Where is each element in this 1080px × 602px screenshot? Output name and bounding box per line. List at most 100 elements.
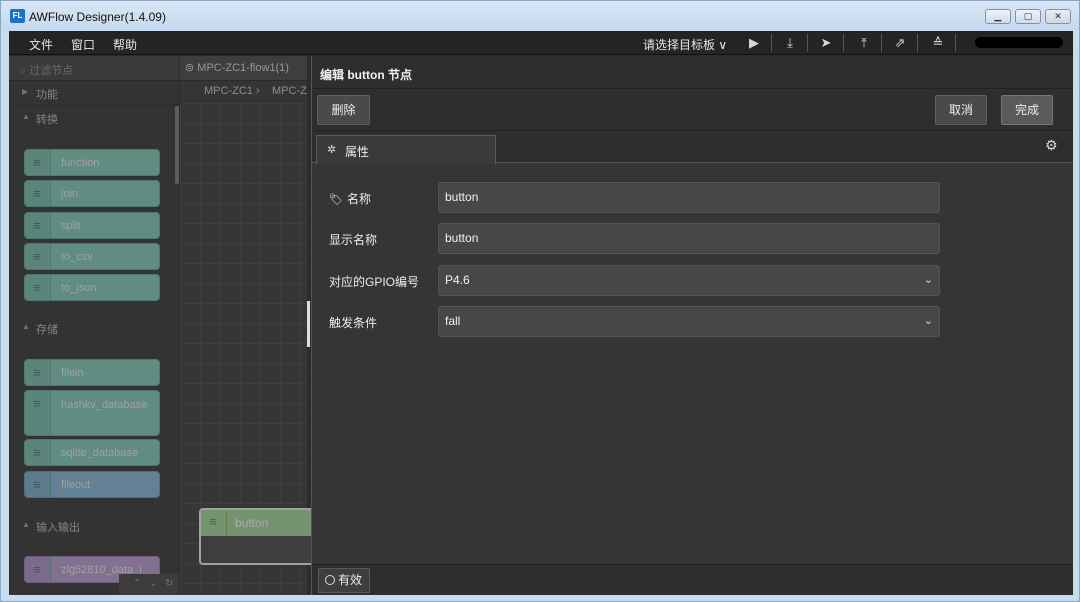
tray-toolbar: 删除 取消 完成 [312,89,1073,131]
chevron-down-icon: ▲ [22,520,30,529]
palette-node-hashkv-database[interactable]: hashkv_database [24,390,160,436]
menu-file[interactable]: 文件 [29,36,53,53]
palette-category-storage[interactable]: ▲ 存储 [9,316,179,340]
node-grip-icon [201,510,227,536]
toolbar-divider [807,34,808,52]
breadcrumb-item[interactable]: MPC-ZC [272,85,307,97]
node-palette: ⌕ 过滤节点 ▶ 功能 ▲ 转换 function join split to_… [9,56,179,595]
app-logo-icon: FL [10,9,25,23]
canvas-node-button[interactable]: button [199,508,319,565]
chevron-right-icon: ▶ [22,87,29,96]
tray-footer: 有效 [312,564,1073,595]
palette-category-func[interactable]: ▶ 功能 [9,81,179,105]
flow-icon: ⊜ [185,62,195,74]
name-label: 🏷 名称 [329,192,371,206]
form-row-trigger: 触发条件 fall ⌄ [312,306,1073,338]
chevron-down-icon: ▲ [22,322,30,331]
node-grip-icon [25,213,51,238]
tag-icon: 🏷 [329,194,343,206]
form-row-display: 显示名称 button [312,223,1073,255]
palette-node-join[interactable]: join [24,180,160,207]
collapse-down-icon[interactable]: ⌄ [149,578,157,589]
trigger-select[interactable]: fall ⌄ [438,306,940,337]
node-grip-icon [25,472,51,497]
toolbar-divider [917,34,918,52]
breadcrumb-item[interactable]: MPC-ZC1 [204,85,253,97]
search-icon: ⌕ [20,65,27,77]
download-icon[interactable]: ⤓ [781,35,799,51]
menu-bar: 文件 窗口 帮助 请选择目标板 ∨ ▶ ⤓ ➤ ⤒ ⇗ ≙ [9,31,1073,55]
palette-search-input[interactable]: ⌕ 过滤节点 [20,62,73,78]
node-grip-icon [25,391,51,435]
palette-node-filein[interactable]: filein [24,359,160,386]
toolbar-divider [843,34,844,52]
enabled-toggle[interactable]: 有效 [318,568,370,593]
trigger-label: 触发条件 [329,316,378,330]
tray-header: 编辑 button 节点 [312,56,1073,89]
node-grip-icon [25,244,51,269]
node-grip-icon [25,150,51,175]
toolbar-divider [881,34,882,52]
breadcrumb-separator: › [256,85,260,97]
node-grip-icon [25,181,51,206]
chevron-down-icon: ⌄ [923,315,933,327]
cog-icon: ✲ [327,144,337,156]
upload-icon[interactable]: ⤒ [855,35,873,51]
redacted-user-area [975,37,1063,48]
palette-node-sqlite-database[interactable]: sqlite_database [24,439,160,466]
send-icon[interactable]: ➤ [817,35,835,51]
window-title: AWFlow Designer(1.4.09) [29,10,166,24]
app-client-area: 文件 窗口 帮助 请选择目标板 ∨ ▶ ⤓ ➤ ⤒ ⇗ ≙ ⌕ 过滤节点 ▶ 功… [9,31,1073,595]
delete-button[interactable]: 删除 [317,95,370,125]
name-input[interactable]: button [438,182,940,213]
display-name-label: 显示名称 [329,233,378,247]
chevron-down-icon: ▲ [22,112,30,121]
export-icon[interactable]: ⇗ [891,35,909,51]
palette-category-convert[interactable]: ▲ 转换 [9,106,179,130]
tray-tab-bar: ✲ 属性 [312,131,1073,164]
palette-node-split[interactable]: split [24,212,160,239]
circle-icon [325,575,335,585]
refresh-icon[interactable]: ↻ [165,578,173,589]
form-row-gpio: 对应的GPIO编号 P4.6 ⌄ [312,265,1073,297]
flow-canvas[interactable]: button [180,103,319,595]
tray-title: 编辑 button 节点 [320,68,412,82]
run-icon[interactable]: ▶ [745,35,763,51]
gpio-select[interactable]: P4.6 ⌄ [438,265,940,296]
menu-window[interactable]: 窗口 [71,36,95,53]
workspace-tabs: ⊜ MPC-ZC1-flow1(1) [180,56,307,81]
palette-search[interactable]: ⌕ 过滤节点 [9,56,179,81]
palette-footer: ⌃ ⌄ ↻ [119,574,179,595]
node-edit-tray: 编辑 button 节点 删除 取消 完成 ✲ 属性 ⚙ 🏷 名称 button … [311,56,1073,595]
palette-scrollbar[interactable] [175,106,179,184]
cancel-button[interactable]: 取消 [935,95,987,125]
menu-help[interactable]: 帮助 [113,36,137,53]
palette-node-function[interactable]: function [24,149,160,176]
app-window: FL AWFlow Designer(1.4.09) ▁ ▢ ✕ 文件 窗口 帮… [0,0,1080,602]
workspace-tab-flow1[interactable]: ⊜ MPC-ZC1-flow1(1) [185,61,289,74]
breadcrumb: MPC-ZC1 › MPC-ZC [180,81,307,103]
gpio-label: 对应的GPIO编号 [329,275,420,289]
target-board-select[interactable]: 请选择目标板 ∨ [643,36,727,53]
chevron-down-icon: ⌄ [923,274,933,286]
palette-node-to-csv[interactable]: to_csv [24,243,160,270]
done-button[interactable]: 完成 [1001,95,1053,125]
close-button[interactable]: ✕ [1045,9,1071,24]
deploy-icon[interactable]: ≙ [929,35,947,51]
gear-icon[interactable]: ⚙ [1045,137,1058,154]
palette-node-to-json[interactable]: to_json [24,274,160,301]
panel-splitter[interactable] [307,301,310,347]
tab-properties[interactable]: ✲ 属性 [316,135,496,164]
palette-category-io[interactable]: ▲ 输入输出 [9,514,179,538]
collapse-up-icon[interactable]: ⌃ [133,578,141,589]
display-name-input[interactable]: button [438,223,940,254]
node-grip-icon [25,557,51,582]
node-grip-icon [25,275,51,300]
form-row-name: 🏷 名称 button [312,182,1073,214]
maximize-button[interactable]: ▢ [1015,9,1041,24]
node-grip-icon [25,360,51,385]
minimize-button[interactable]: ▁ [985,9,1011,24]
palette-node-fileout[interactable]: fileout [24,471,160,498]
toolbar-divider [771,34,772,52]
node-grip-icon [25,440,51,465]
